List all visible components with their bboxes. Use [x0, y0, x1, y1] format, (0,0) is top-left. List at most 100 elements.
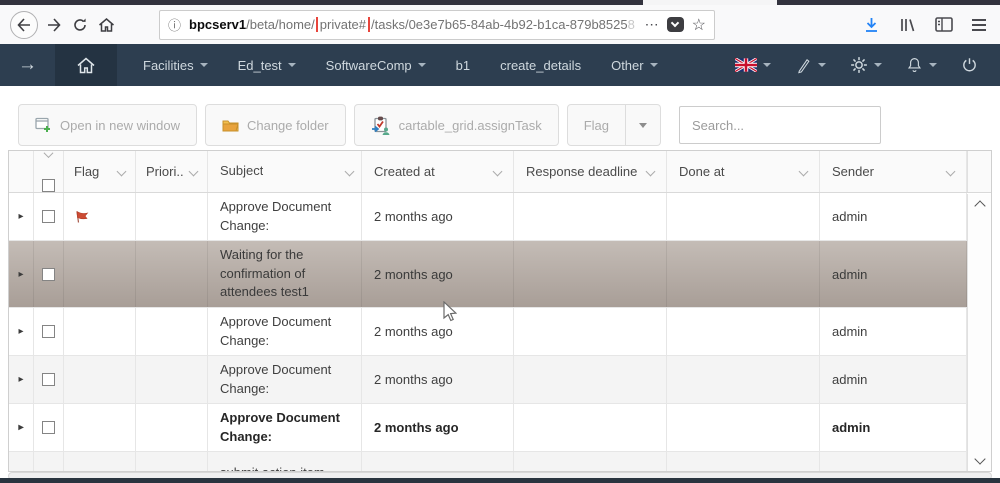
nav-item-other[interactable]: Other	[611, 58, 658, 73]
row-expand-toggle[interactable]: ▸	[9, 241, 34, 307]
library-button[interactable]	[899, 17, 916, 33]
theme-menu[interactable]	[795, 57, 826, 74]
nav-home-icon	[77, 57, 95, 73]
flag-dropdown-button[interactable]	[626, 104, 662, 146]
reload-button[interactable]	[72, 17, 88, 33]
response-deadline-cell	[514, 404, 667, 451]
flag-cell	[64, 241, 136, 307]
row-checkbox[interactable]	[42, 267, 55, 281]
priority-cell	[136, 356, 208, 403]
chevron-down-icon	[763, 63, 771, 67]
downloads-button[interactable]	[863, 16, 880, 33]
row-checkbox[interactable]	[42, 421, 55, 434]
priority-cell	[136, 193, 208, 240]
done-at-cell	[667, 356, 820, 403]
chevron-down-icon	[639, 122, 648, 128]
download-icon	[866, 18, 877, 32]
table-row[interactable]: ▸ Approve Document Change: 2 months ago …	[9, 308, 967, 356]
header-priority[interactable]: Priori...	[136, 151, 208, 192]
priority-cell	[136, 308, 208, 355]
table-row-selected[interactable]: ▸ Waiting for the confirmation of attend…	[9, 241, 967, 308]
pocket-icon[interactable]	[666, 17, 684, 32]
row-checkbox[interactable]	[42, 210, 55, 223]
header-subject[interactable]: Subject	[208, 151, 362, 192]
row-checkbox[interactable]	[42, 325, 55, 338]
page-actions-icon[interactable]: ⋯	[645, 16, 660, 33]
bookmark-star-icon[interactable]: ☆	[692, 15, 706, 35]
select-all-header[interactable]	[34, 148, 64, 192]
home-button[interactable]	[98, 17, 115, 33]
row-checkbox-cell[interactable]	[34, 241, 64, 307]
scroll-down-icon[interactable]	[973, 453, 986, 465]
header-sender[interactable]: Sender	[820, 151, 967, 192]
sidebar-toggle-button[interactable]	[935, 17, 953, 32]
chevron-down-icon	[199, 63, 208, 67]
logout-button[interactable]	[961, 56, 978, 74]
header-response-deadline[interactable]: Response deadline	[514, 151, 667, 192]
vertical-scrollbar[interactable]	[967, 194, 991, 471]
reload-icon	[74, 18, 86, 31]
row-checkbox-cell[interactable]	[34, 452, 64, 471]
expand-icon: ▸	[18, 374, 24, 385]
row-checkbox-cell[interactable]	[34, 308, 64, 355]
nav-item-b1[interactable]: b1	[456, 58, 470, 73]
select-all-checkbox[interactable]	[42, 179, 55, 192]
row-expand-toggle[interactable]: ▸	[9, 404, 34, 451]
row-expand-toggle[interactable]: ▸	[9, 308, 34, 355]
open-in-new-window-button[interactable]: Open in new window	[18, 104, 197, 146]
sender-cell	[820, 452, 967, 471]
chevron-down-icon	[798, 166, 809, 177]
expand-icon: ▸	[18, 422, 24, 433]
row-checkbox-cell[interactable]	[34, 356, 64, 403]
row-checkbox-cell[interactable]	[34, 404, 64, 451]
site-info-icon[interactable]: ⓘ	[168, 15, 181, 34]
flag-cell	[64, 308, 136, 355]
flag-button[interactable]: Flag	[566, 104, 627, 146]
browser-toolbar: ⓘ bpcserv1/beta/home/private#/tasks/0e3e…	[0, 5, 1000, 44]
settings-menu[interactable]	[850, 56, 882, 74]
uk-flag-icon	[735, 58, 757, 72]
header-done-at[interactable]: Done at	[667, 151, 820, 192]
row-checkbox[interactable]	[42, 373, 55, 386]
subject-cell: Approve Document Change:	[208, 356, 362, 403]
red-flag-icon	[76, 210, 89, 223]
chevron-down-icon	[874, 63, 882, 67]
chevron-down-icon	[188, 166, 199, 177]
nav-item-create-details[interactable]: create_details	[500, 58, 581, 73]
row-expand-toggle[interactable]: ▸	[9, 193, 34, 240]
chevron-down-icon	[649, 63, 658, 67]
done-at-cell	[667, 241, 820, 307]
created-at-cell: 2 months ago	[362, 241, 514, 307]
library-icon	[901, 18, 915, 31]
change-folder-button[interactable]: Change folder	[204, 104, 346, 146]
nav-home-button[interactable]	[55, 44, 117, 86]
search-input[interactable]	[679, 106, 882, 144]
power-icon	[963, 58, 976, 72]
scroll-up-icon[interactable]	[973, 200, 986, 212]
done-at-cell	[667, 452, 820, 471]
url-bar[interactable]: ⓘ bpcserv1/beta/home/private#/tasks/0e3e…	[159, 9, 715, 40]
row-expand-toggle[interactable]	[9, 452, 34, 471]
collapse-arrow-icon[interactable]: →	[0, 54, 55, 76]
table-row[interactable]: ▸ Approve Document Change: 2 months ago …	[9, 193, 967, 241]
back-button[interactable]	[10, 10, 38, 39]
done-at-cell	[667, 308, 820, 355]
menu-button[interactable]	[972, 18, 986, 31]
header-created-at[interactable]: Created at	[362, 151, 514, 192]
sender-cell: admin	[820, 356, 967, 403]
header-flag[interactable]: Flag	[64, 151, 136, 192]
table-row[interactable]: submit action item	[9, 452, 967, 471]
forward-button[interactable]	[46, 17, 62, 33]
nav-item-ed-test[interactable]: Ed_test	[238, 58, 296, 73]
flag-cell	[64, 404, 136, 451]
table-row[interactable]: ▸ Approve Document Change: 2 months ago …	[9, 356, 967, 404]
language-selector[interactable]	[735, 58, 771, 72]
notifications-menu[interactable]	[906, 56, 937, 74]
nav-item-softwarecomp[interactable]: SoftwareComp	[326, 58, 426, 73]
created-at-cell	[362, 452, 514, 471]
assign-task-button[interactable]: cartable_grid.assignTask	[353, 104, 559, 146]
table-row-unread[interactable]: ▸ Approve Document Change: 2 months ago …	[9, 404, 967, 452]
nav-item-facilities[interactable]: Facilities	[143, 58, 208, 73]
row-checkbox-cell[interactable]	[34, 193, 64, 240]
row-expand-toggle[interactable]: ▸	[9, 356, 34, 403]
